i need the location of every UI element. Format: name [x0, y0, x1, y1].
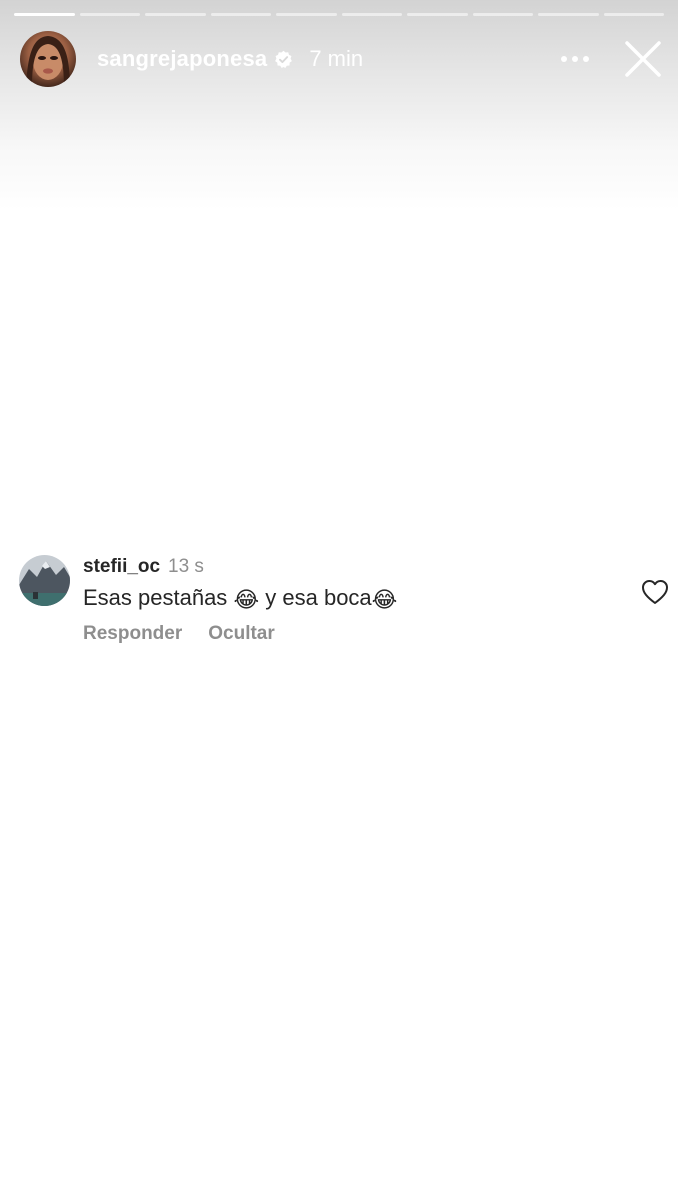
comment-text-part-2: y esa boca: [259, 585, 372, 610]
story-username[interactable]: sangrejaponesa: [97, 46, 267, 72]
profile-avatar[interactable]: [20, 31, 76, 87]
story-progress-segment: [145, 13, 206, 16]
like-comment-button[interactable]: [641, 579, 669, 605]
story-progress-segment: [341, 13, 402, 16]
story-progress-segment: [276, 13, 337, 16]
story-progress-segment: [14, 13, 75, 16]
story-progress-segment: [210, 13, 271, 16]
close-button[interactable]: [622, 38, 664, 80]
commenter-avatar[interactable]: [19, 555, 70, 606]
verified-badge-icon: [274, 50, 293, 69]
comment-time: 13 s: [168, 556, 204, 577]
hide-button[interactable]: Ocultar: [208, 623, 275, 645]
comment-text: Esas pestañas 😂 y esa boca😂: [83, 585, 397, 613]
comment-item: stefii_oc 13 s Esas pestañas 😂 y esa boc…: [19, 552, 669, 652]
story-time: 7 min: [309, 46, 364, 71]
commenter-photo-icon: [19, 555, 70, 606]
story-progress-segment: [538, 13, 599, 16]
story-progress-segment: [407, 13, 468, 16]
close-icon: [625, 41, 661, 77]
laughing-emoji: 😂: [371, 587, 398, 612]
story-progress-bar: [14, 13, 664, 16]
story-progress-fill: [14, 13, 75, 16]
story-progress-segment: [472, 13, 533, 16]
story-header: sangrejaponesa 7 min: [20, 31, 363, 87]
heart-outline-icon: [642, 580, 668, 604]
more-horizontal-icon: [561, 56, 589, 62]
laughing-emoji: 😂: [233, 587, 260, 612]
story-progress-segment: [603, 13, 664, 16]
comment-text-part-1: Esas pestañas: [83, 585, 234, 610]
story-progress-segment: [79, 13, 140, 16]
more-options-button[interactable]: [558, 47, 592, 71]
reply-button[interactable]: Responder: [83, 623, 182, 645]
commenter-username[interactable]: stefii_oc: [83, 556, 160, 578]
profile-photo-icon: [26, 36, 70, 87]
comment-actions: Responder Ocultar: [83, 623, 275, 645]
